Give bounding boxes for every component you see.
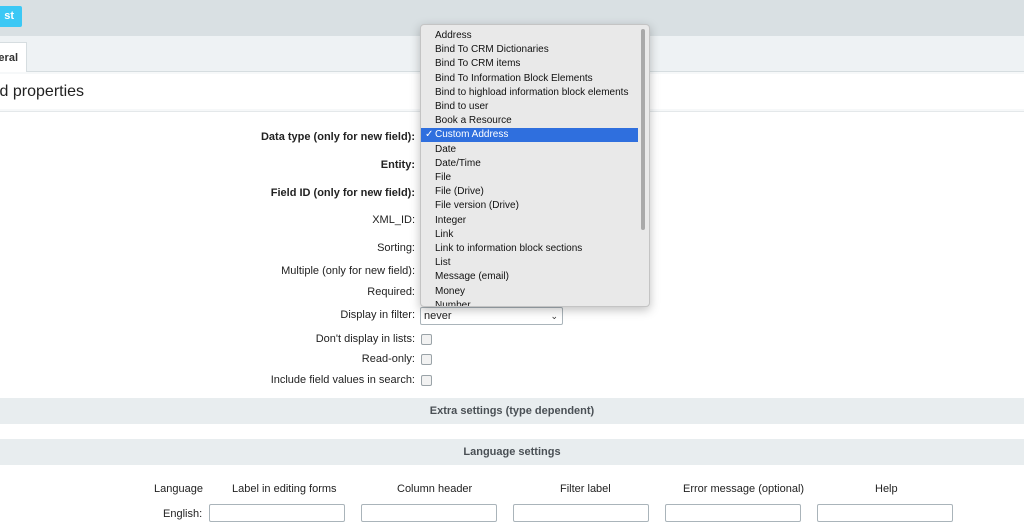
check-icon: ✓ [425,129,434,141]
dropdown-option[interactable]: Bind To CRM Dictionaries [421,43,638,57]
filter-label-input[interactable] [513,504,649,522]
dropdown-option[interactable]: Message (email) [421,270,638,284]
page-title: ld properties [0,83,85,100]
extra-settings-header: Extra settings (type dependent) [0,398,1024,424]
readonly-label: Read-only: [361,353,415,365]
dropdown-option[interactable]: List [421,256,638,270]
dropdown-option-label: List [435,257,451,269]
dropdown-option-label: Date [435,143,457,155]
dropdown-option[interactable]: File [421,171,638,185]
dropdown-option-label: Date/Time [435,157,481,169]
display-filter-value: never [424,310,452,322]
list-button[interactable]: st [0,6,22,27]
required-label: Required: [367,286,415,298]
col-filter-label: Filter label [560,483,611,495]
dropdown-option[interactable]: Bind to highload information block eleme… [421,86,638,100]
dropdown-option[interactable]: Date [421,143,638,157]
col-error-message: Error message (optional) [683,483,805,495]
display-filter-select[interactable]: never ⌄ [420,307,563,325]
dropdown-option-label: File [435,172,452,183]
dropdown-option-label: Bind To Information Block Elements [435,72,593,84]
dropdown-option[interactable]: Bind To CRM items [421,57,638,71]
dropdown-option-label: Link [435,228,454,240]
dropdown-option[interactable]: Address [421,29,638,43]
display-filter-label: Display in filter: [340,309,415,321]
data-type-label: Data type (only for new field): [260,131,415,143]
data-type-dropdown[interactable]: Address Bind To CRM Dictionaries Bind To C… [420,24,650,307]
dropdown-option-label: File (Drive) [435,186,484,198]
dropdown-option[interactable]: File version (Drive) [421,199,638,213]
dont-display-checkbox[interactable] [421,334,432,345]
dropdown-option-label: Custom Address [435,129,509,141]
dropdown-option[interactable]: Book a Resource [421,114,638,128]
dropdown-option[interactable]: Bind To Information Block Elements [421,72,638,86]
dropdown-option[interactable]: Date/Time [421,157,638,171]
col-language: Language [154,483,203,495]
entity-label: Entity: [380,159,415,171]
dropdown-option[interactable]: ✓ Custom Address [421,128,638,143]
column-header-input[interactable] [361,504,497,522]
dropdown-option[interactable]: Money [421,285,638,299]
dropdown-option[interactable]: Link to information block sections [421,242,638,256]
dropdown-option-label: Bind to highload information block eleme… [435,86,629,98]
dropdown-option-label: Bind To CRM Dictionaries [435,44,549,56]
dropdown-option[interactable]: File (Drive) [421,185,638,199]
col-label-editing: Label in editing forms [232,483,337,495]
dont-display-label: Don't display in lists: [315,333,415,345]
sorting-label: Sorting: [377,242,415,254]
row-language-english: English: [163,508,203,520]
dropdown-option-label: Bind to user [435,101,489,112]
label-editing-input[interactable] [209,504,345,522]
dropdown-option-label: Link to information block sections [435,243,583,254]
dropdown-option[interactable]: Number [421,299,638,307]
error-message-input[interactable] [665,504,801,522]
dropdown-option-label: Bind To CRM items [435,58,521,70]
xml-id-label: XML_ID: [372,214,415,226]
chevron-down-icon: ⌄ [550,311,558,321]
dropdown-option[interactable]: Integer [421,214,638,228]
help-input[interactable] [817,504,953,522]
dropdown-option-label: File version (Drive) [435,200,519,212]
field-id-label: Field ID (only for new field): [270,187,415,199]
dropdown-option-label: Address [435,30,472,41]
multiple-label: Multiple (only for new field): [281,265,415,277]
col-help: Help [875,483,898,495]
dropdown-option-label: Integer [435,214,467,226]
language-settings-header: Language settings [0,439,1024,465]
readonly-checkbox[interactable] [421,354,432,365]
include-search-checkbox[interactable] [421,375,432,386]
include-search-label: Include field values in search: [270,374,415,386]
dropdown-option[interactable]: Bind to user [421,100,638,114]
dropdown-scrollbar[interactable] [641,29,645,230]
dropdown-option-label: Number [435,299,471,307]
dropdown-option-label: Message (email) [435,271,509,283]
col-column-header: Column header [397,483,473,495]
dropdown-option-label: Money [435,285,466,297]
tab-general[interactable]: eral [0,42,27,73]
dropdown-option-label: Book a Resource [435,115,512,127]
dropdown-option[interactable]: Link [421,228,638,242]
